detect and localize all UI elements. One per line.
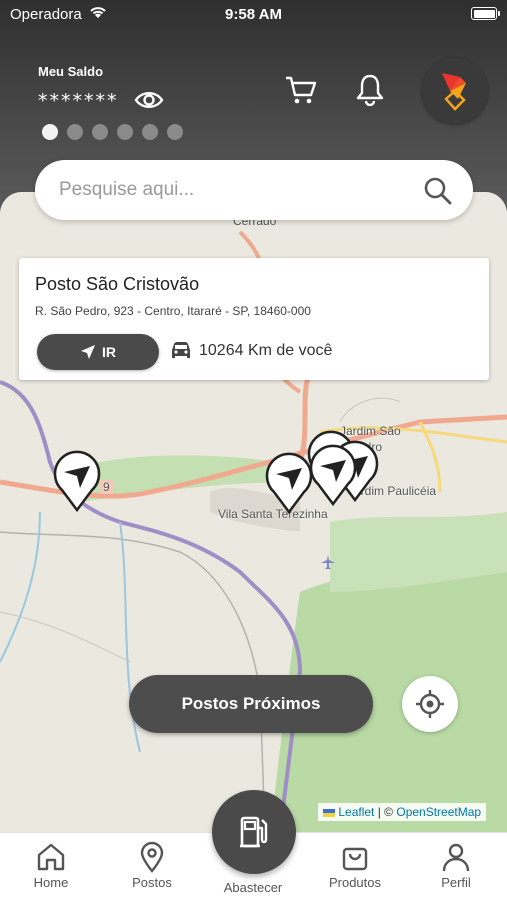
station-pin[interactable] — [306, 442, 360, 506]
osm-link[interactable]: OpenStreetMap — [396, 805, 481, 819]
shopping-bag-icon — [342, 847, 368, 871]
crosshair-icon — [416, 690, 444, 718]
carousel-dots[interactable] — [42, 124, 183, 140]
nearby-stations-button[interactable]: Postos Próximos — [129, 675, 373, 733]
leaflet-link[interactable]: Leaflet — [338, 805, 374, 819]
tab-perfil-label: Perfil — [441, 875, 471, 890]
tab-postos-label: Postos — [132, 875, 172, 890]
carousel-dot[interactable] — [142, 124, 158, 140]
locate-me-button[interactable] — [402, 676, 458, 732]
tab-postos[interactable]: Postos — [112, 841, 192, 890]
station-pin[interactable] — [50, 448, 104, 512]
bell-icon[interactable] — [354, 72, 386, 106]
tab-perfil[interactable]: Perfil — [416, 841, 496, 890]
map-attribution: Leaflet | © OpenStreetMap — [318, 803, 487, 821]
clock: 9:58 AM — [225, 6, 282, 23]
balance-value: ******* — [38, 90, 119, 112]
go-button-label: IR — [102, 344, 116, 360]
home-icon — [37, 843, 65, 871]
tab-abastecer[interactable]: Abastecer — [213, 880, 293, 895]
attribution-separator: | © — [377, 805, 394, 819]
battery-icon — [471, 7, 500, 20]
carousel-dot[interactable] — [67, 124, 83, 140]
carousel-dot[interactable] — [117, 124, 133, 140]
eye-icon[interactable] — [134, 86, 164, 114]
navigation-arrow-icon — [81, 345, 95, 359]
refuel-button[interactable] — [212, 790, 296, 874]
tab-home[interactable]: Home — [11, 841, 91, 890]
tab-produtos-label: Produtos — [328, 875, 382, 890]
car-icon — [172, 342, 190, 358]
tab-home-label: Home — [33, 875, 69, 890]
carousel-dot[interactable] — [92, 124, 108, 140]
airport-icon — [321, 555, 335, 569]
carousel-dot[interactable] — [42, 124, 58, 140]
user-icon — [442, 843, 470, 872]
search-icon[interactable] — [423, 176, 453, 206]
location-pin-icon — [140, 841, 164, 873]
flag-icon — [323, 808, 335, 817]
cart-icon[interactable] — [284, 74, 318, 106]
balance-label: Meu Saldo — [38, 64, 104, 79]
search-input[interactable] — [59, 179, 419, 201]
go-button[interactable]: IR — [37, 334, 159, 370]
station-distance: 10264 Km de você — [199, 342, 333, 359]
brand-logo[interactable] — [422, 58, 488, 124]
tab-produtos[interactable]: Produtos — [315, 841, 395, 890]
status-bar: Operadora 9:58 AM — [0, 0, 507, 30]
carousel-dot[interactable] — [167, 124, 183, 140]
search-bar[interactable] — [35, 160, 473, 220]
fuel-pump-icon — [240, 816, 268, 848]
brand-logo-icon — [442, 73, 466, 111]
station-name: Posto São Cristovão — [35, 274, 200, 294]
station-card[interactable]: Posto São Cristovão R. São Pedro, 923 - … — [19, 258, 489, 380]
tab-abastecer-label: Abastecer — [223, 880, 283, 895]
station-address: R. São Pedro, 923 - Centro, Itararé - SP… — [35, 304, 311, 318]
